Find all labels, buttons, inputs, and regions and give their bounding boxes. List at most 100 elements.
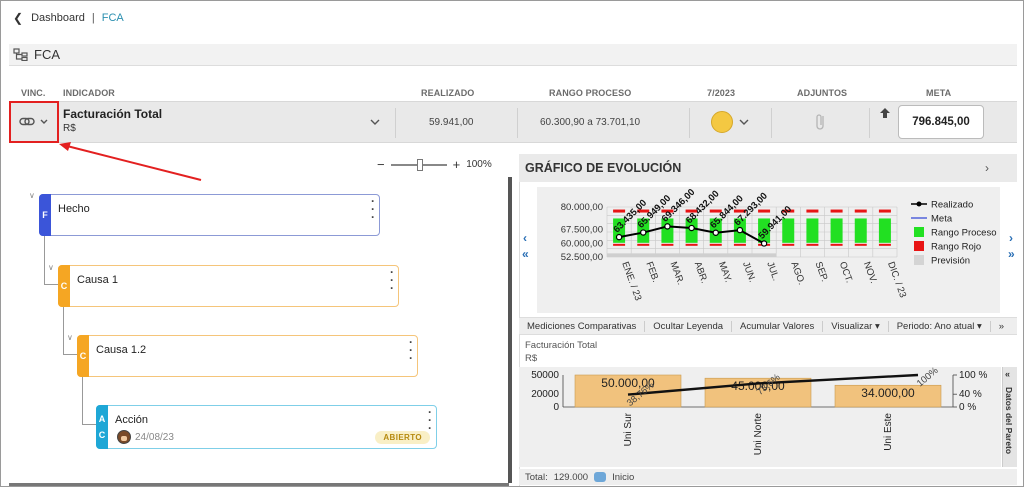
horizontal-scrollbar[interactable] <box>9 483 509 486</box>
toolbar-periodo[interactable]: Periodo: Ano atual ▾ <box>889 320 991 332</box>
collapse-left-icon[interactable]: « <box>1005 369 1010 379</box>
x-tick-label: SEP. <box>813 260 830 283</box>
total-value: 129.000 <box>553 471 589 483</box>
legend-label: Meta <box>931 214 953 225</box>
x-tick-label: Uni Norte <box>753 413 764 456</box>
legend-swatch <box>914 241 924 251</box>
pareto-title: Facturación Total <box>525 340 598 351</box>
realizado-value: 59.941,00 <box>429 117 474 128</box>
rango-rojo-bar <box>878 209 891 213</box>
breadcrumb: ❮ Dashboard | FCA <box>13 11 124 25</box>
collapse-icon[interactable]: ∨ <box>67 333 73 342</box>
zoom-out-button[interactable]: − <box>377 157 385 172</box>
legend-swatch <box>914 227 924 237</box>
node-date-text: 24/08/23 <box>135 431 174 443</box>
rango-rojo-bar <box>854 209 867 213</box>
legend-label: Rango Rojo <box>931 242 981 253</box>
next-period-icon[interactable]: › <box>1009 231 1013 245</box>
tree-node-hecho[interactable]: F Hecho · · · <box>39 194 380 236</box>
rango-rojo-low-bar <box>733 243 746 246</box>
chevron-down-icon[interactable] <box>738 118 750 126</box>
node-type-tag-top: A <box>98 414 106 424</box>
y-tick-label: 60.000,00 <box>561 238 603 249</box>
x-tick-label: Uni Sur <box>623 412 634 446</box>
paperclip-icon[interactable] <box>815 112 827 132</box>
x-tick-label: ABR. <box>692 260 710 285</box>
zoom-in-button[interactable]: + <box>453 157 461 172</box>
pareto-data-tab[interactable]: « Datos del Pareto <box>1002 367 1017 467</box>
rango-rojo-bar <box>613 209 626 213</box>
chevron-right-icon[interactable]: › <box>985 161 989 175</box>
tree-node-accion[interactable]: A C Acción · · · 24/08/23 ABIERTO <box>96 405 437 449</box>
rango-rojo-low-bar <box>613 243 626 246</box>
zoom-level: 100% <box>466 159 492 170</box>
annotation-arrow <box>59 142 202 181</box>
legend-swatch-dot <box>916 201 922 207</box>
chevron-down-icon[interactable] <box>369 118 381 126</box>
prev-year-icon[interactable]: « <box>522 247 529 261</box>
node-label: Hecho <box>58 203 90 215</box>
bar-value-label: 34.000,00 <box>861 386 915 400</box>
vertical-scrollbar[interactable] <box>508 177 512 483</box>
col-vinc: VINC. <box>21 88 46 98</box>
x-tick-label: OCT. <box>837 260 855 284</box>
col-realizado: REALIZADO <box>421 88 475 98</box>
y-tick-label: 50000 <box>531 370 559 381</box>
hierarchy-icon <box>13 48 28 61</box>
zoom-slider[interactable] <box>390 158 447 171</box>
toolbar-more[interactable]: » <box>991 321 1012 332</box>
pareto-footer: Total: 129.000 Inicio <box>519 469 1017 485</box>
chart-toolbar: Mediciones Comparativas Ocultar Leyenda … <box>519 317 1017 335</box>
zoom-slider-knob[interactable] <box>416 158 423 171</box>
node-label: Acción <box>115 414 149 426</box>
breadcrumb-dashboard[interactable]: Dashboard <box>31 12 85 24</box>
breadcrumb-separator: | <box>91 12 95 24</box>
tree-connector <box>63 305 77 355</box>
legend-swatch <box>914 255 924 265</box>
x-tick-label: ENE. / 23 <box>619 260 643 302</box>
home-icon[interactable] <box>594 472 607 482</box>
app-window: ❮ Dashboard | FCA FCA VINC. INDICADOR RE… <box>0 0 1024 487</box>
pareto-unit: R$ <box>525 353 538 364</box>
col-meta: META <box>926 88 952 98</box>
toolbar-acumular[interactable]: Acumular Valores <box>732 320 824 332</box>
x-tick-label: DIC. / 23 <box>885 260 908 299</box>
link-dropdown[interactable] <box>19 115 53 129</box>
collapse-icon[interactable]: ∨ <box>29 191 35 200</box>
col-adjuntos: ADJUNTOS <box>797 88 848 98</box>
more-vertical-icon[interactable]: · · · <box>390 266 394 294</box>
y-tick-label-right: 40 % <box>959 389 982 400</box>
rango-rojo-low-bar <box>806 243 819 246</box>
chevron-left-icon[interactable]: ❮ <box>13 11 23 25</box>
toolbar-comparativas[interactable]: Mediciones Comparativas <box>519 320 646 332</box>
next-year-icon[interactable]: » <box>1008 247 1015 261</box>
x-tick-label: MAY. <box>716 260 734 284</box>
prev-period-icon[interactable]: ‹ <box>523 231 527 245</box>
toolbar-ocultar-leyenda[interactable]: Ocultar Leyenda <box>645 320 733 332</box>
collapse-icon[interactable]: ∨ <box>48 263 54 272</box>
meta-field[interactable]: 796.845,00 <box>898 105 984 139</box>
more-vertical-icon[interactable]: · · · <box>409 336 413 364</box>
rango-rojo-low-bar <box>637 243 650 246</box>
indicator-name[interactable]: Facturación Total <box>63 107 162 121</box>
rango-rojo-low-bar <box>661 243 674 246</box>
tree-node-causa-1-2[interactable]: C Causa 1.2 · · · <box>77 335 418 377</box>
legend-label: Realizado <box>931 200 973 211</box>
chevron-down-icon <box>40 119 48 124</box>
x-tick-label: JUL. <box>764 260 781 282</box>
y-tick-label-right: 0 % <box>959 402 976 413</box>
node-type-tag: F <box>39 194 51 236</box>
x-tick-label: JUN. <box>740 260 758 284</box>
node-type-tag-bottom: C <box>98 430 106 440</box>
x-tick-label: MAR. <box>668 260 686 286</box>
home-link[interactable]: Inicio <box>612 472 634 483</box>
tree-connector <box>44 233 58 285</box>
toolbar-visualizar[interactable]: Visualizar ▾ <box>823 320 889 332</box>
more-vertical-icon[interactable]: · · · <box>428 406 432 434</box>
node-type-tag: C <box>77 335 89 377</box>
tree-node-causa-1[interactable]: C Causa 1 · · · <box>58 265 399 307</box>
y-tick-label: 20000 <box>531 389 559 400</box>
rango-proceso-bar <box>830 218 843 243</box>
more-vertical-icon[interactable]: · · · <box>371 195 375 223</box>
col-period: 7/2023 <box>707 88 736 98</box>
